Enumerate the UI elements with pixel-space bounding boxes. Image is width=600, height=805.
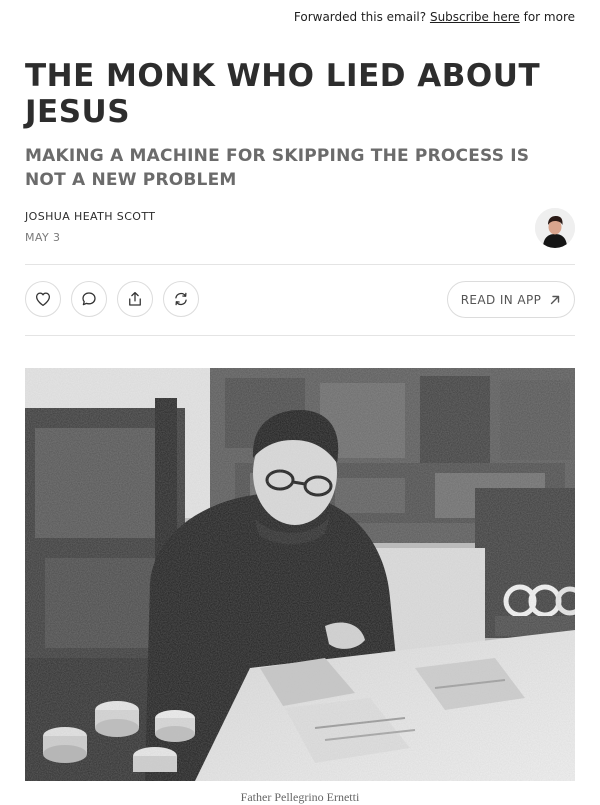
avatar[interactable] — [535, 208, 575, 248]
forward-suffix: for more — [523, 10, 575, 24]
forward-notice: Forwarded this email? Subscribe here for… — [294, 10, 575, 24]
subscribe-link[interactable]: Subscribe here — [430, 10, 520, 24]
comment-icon — [82, 292, 96, 306]
author-name[interactable]: JOSHUA HEATH SCOTT — [25, 210, 155, 223]
post-title: THE MONK WHO LIED ABOUT JESUS — [25, 58, 541, 130]
image-caption: Father Pellegrino Ernetti — [240, 790, 360, 804]
comment-button[interactable] — [71, 281, 107, 317]
post-subtitle: MAKING A MACHINE FOR SKIPPING THE PROCES… — [25, 146, 530, 190]
forward-prefix: Forwarded this email? — [293, 10, 427, 24]
arrow-up-right-icon — [551, 295, 560, 304]
monk-photo — [25, 368, 575, 781]
read-in-app-button[interactable]: READ IN APP — [447, 281, 575, 318]
like-button[interactable] — [25, 281, 61, 317]
post-date: MAY 3 — [25, 231, 61, 244]
author-avatar-image — [535, 208, 575, 248]
restack-icon — [175, 292, 187, 306]
hero-image[interactable] — [25, 368, 575, 781]
divider-bottom — [25, 335, 575, 336]
heart-icon — [35, 292, 51, 307]
read-in-app-label: READ IN APP — [460, 292, 542, 307]
share-icon — [129, 291, 141, 306]
share-button[interactable] — [117, 281, 153, 317]
divider-top — [25, 264, 575, 265]
restack-button[interactable] — [163, 281, 199, 317]
